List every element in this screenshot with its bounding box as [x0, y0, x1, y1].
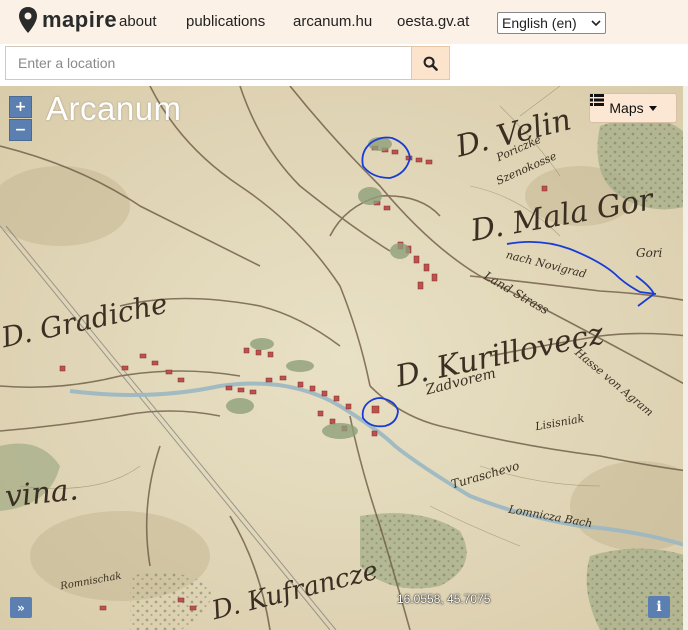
search-button[interactable]	[411, 46, 450, 80]
zoom-in-button[interactable]: +	[9, 96, 32, 118]
arcanum-watermark: Arcanum	[46, 90, 182, 127]
nav-about[interactable]: about	[119, 13, 157, 30]
language-value: English (en)	[502, 15, 577, 31]
info-button[interactable]: i	[648, 596, 670, 618]
language-select[interactable]: English (en)	[497, 12, 606, 34]
chevron-down-icon	[591, 20, 601, 27]
caret-down-icon	[648, 105, 657, 111]
expand-panel-button[interactable]: »	[10, 597, 32, 618]
nav-publications[interactable]: publications	[186, 13, 265, 30]
map-pin-icon	[19, 7, 37, 33]
location-search-input[interactable]	[5, 46, 411, 80]
zoom-control: + −	[9, 96, 32, 141]
mapire-logo[interactable]: mapire	[18, 6, 117, 34]
place-gori: Gori	[636, 246, 663, 260]
map-canvas[interactable]: D. Velin D. Mala Gor D. Gradiche D. Kuri…	[0, 86, 688, 630]
list-icon	[590, 94, 604, 106]
top-bar: mapire about publications arcanum.hu oes…	[0, 0, 688, 45]
scrollbar-edge	[683, 86, 688, 630]
nav-oesta[interactable]: oesta.gv.at	[397, 13, 469, 30]
search-icon	[423, 56, 438, 71]
maps-button-label: Maps	[609, 100, 644, 116]
brand-name: mapire	[42, 7, 118, 32]
search-bar	[0, 44, 688, 86]
zoom-out-button[interactable]: −	[9, 119, 32, 141]
cursor-coordinates: 16.0558, 45.7075	[397, 592, 491, 606]
nav-arcanum[interactable]: arcanum.hu	[293, 13, 372, 30]
maps-layer-button[interactable]: Maps	[589, 93, 677, 123]
